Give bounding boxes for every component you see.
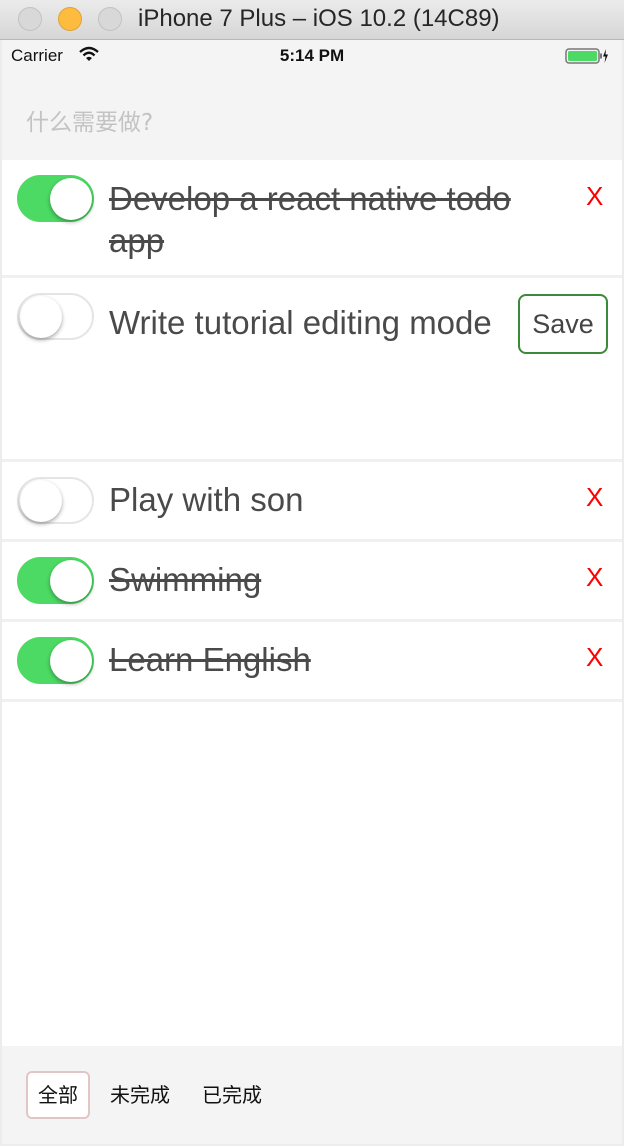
todo-row: Play with son X [2,462,622,542]
todo-edit-field[interactable]: Write tutorial editing mode [109,302,509,344]
delete-button[interactable]: X [586,563,603,591]
filter-completed-button[interactable]: 已完成 [190,1071,274,1119]
battery-icon [565,48,608,64]
delete-button[interactable]: X [586,643,603,671]
status-time: 5:14 PM [279,46,345,65]
switch-knob [50,178,92,220]
save-button[interactable]: Save [518,294,608,354]
filter-bar: 全部 未完成 已完成 [2,1046,622,1144]
todo-row: Swimming X [2,542,622,622]
todo-complete-switch[interactable] [17,293,94,340]
todo-complete-switch[interactable] [17,477,94,524]
todo-row-editing: Write tutorial editing mode Save [2,278,622,462]
phone-screen: Carrier 5:14 PM Develop a react native t… [2,40,622,1144]
switch-knob [20,480,62,522]
status-bar: Carrier 5:14 PM [2,40,622,74]
filter-active-button[interactable]: 未完成 [98,1071,182,1119]
todo-complete-switch[interactable] [17,557,94,604]
window-close-button[interactable] [18,7,42,31]
delete-button[interactable]: X [586,483,603,511]
simulator-title-bar: iPhone 7 Plus – iOS 10.2 (14C89) [0,0,624,40]
todo-row: Learn English X [2,622,622,702]
new-todo-input[interactable] [2,98,622,148]
delete-button[interactable]: X [586,182,603,210]
todo-row: Develop a react native todo app X [2,160,622,278]
window-zoom-button[interactable] [98,7,122,31]
switch-knob [50,640,92,682]
switch-knob [50,560,92,602]
window-title: iPhone 7 Plus – iOS 10.2 (14C89) [138,5,500,32]
todo-text[interactable]: Develop a react native todo app [109,178,554,262]
window-minimize-button[interactable] [58,7,82,31]
todo-complete-switch[interactable] [17,637,94,684]
todo-complete-switch[interactable] [17,175,94,222]
filter-all-button[interactable]: 全部 [26,1071,90,1119]
switch-knob [20,296,62,338]
todo-text[interactable]: Play with son [109,479,554,521]
todo-text[interactable]: Swimming [109,559,554,601]
todo-text[interactable]: Learn English [109,639,554,681]
todo-list: Develop a react native todo app X Write … [2,160,622,1046]
